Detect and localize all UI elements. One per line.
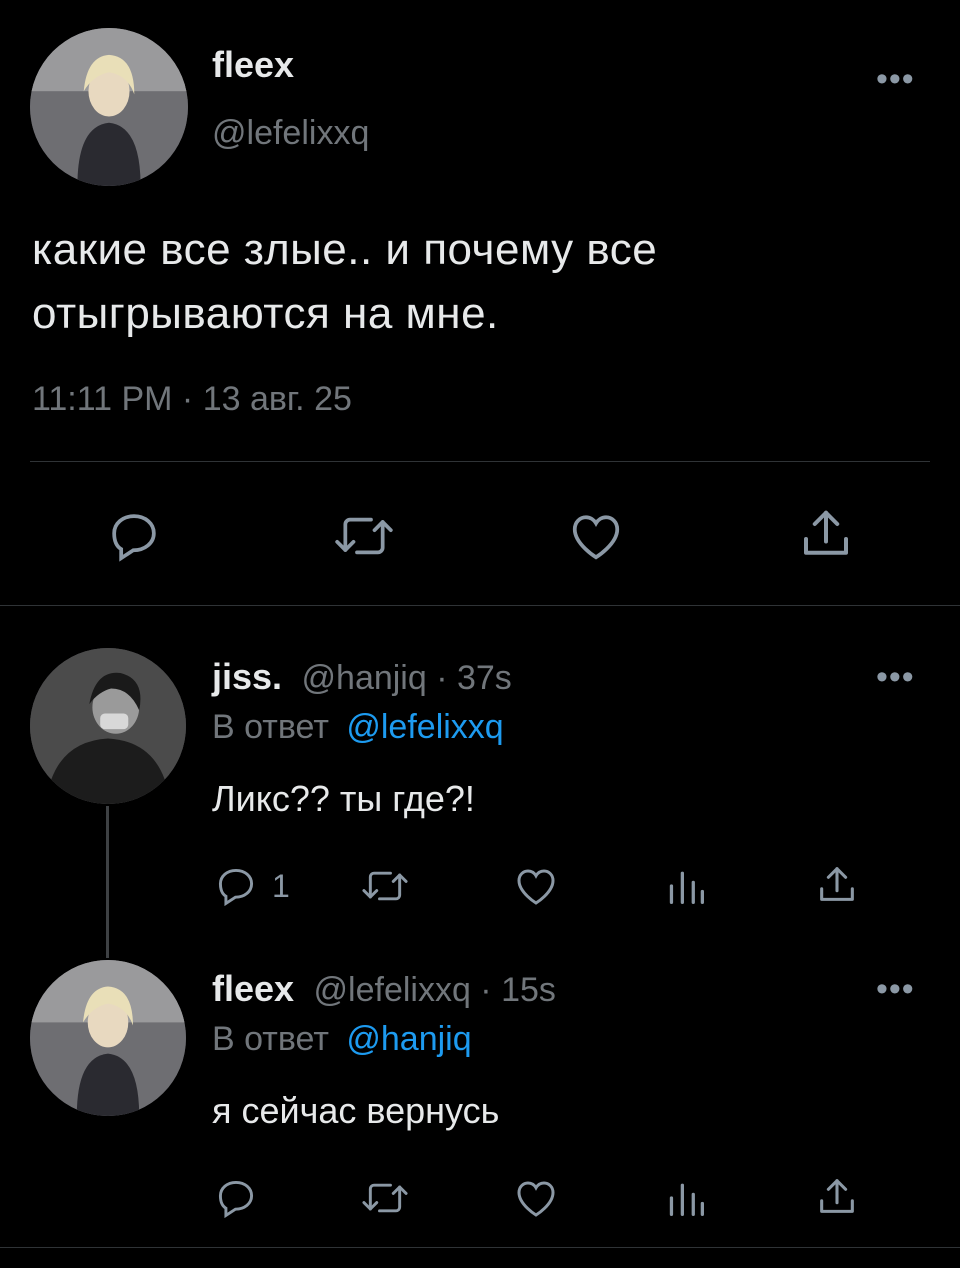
author-display-name[interactable]: fleex (212, 44, 294, 86)
reply-display-name[interactable]: fleex (212, 968, 294, 1009)
retweet-icon[interactable] (358, 864, 412, 908)
tweet-timestamp[interactable]: 11:11 PM · 13 авг. 25 (32, 380, 352, 419)
reply-text: я сейчас вернусь (212, 1090, 500, 1131)
divider (30, 461, 930, 462)
retweet-icon[interactable] (358, 1176, 412, 1220)
reply-handle-time[interactable]: @lefelixxq · 15s (314, 971, 556, 1009)
tweet-text: какие все злые.. и почему все отыгрывают… (32, 218, 657, 346)
views-icon[interactable] (664, 1178, 708, 1218)
share-icon[interactable] (814, 1174, 860, 1220)
thread-line (106, 806, 109, 958)
reply-to-link[interactable]: @lefelixxq (346, 708, 503, 746)
reply-text: Ликс?? ты где?! (212, 778, 475, 819)
reply-icon[interactable] (214, 1176, 258, 1220)
reply-context: В ответ @lefelixxq (212, 708, 504, 747)
divider (0, 605, 960, 606)
tweet-text-line2: отыгрываются на мне. (32, 289, 499, 338)
share-icon[interactable] (796, 504, 856, 564)
like-icon[interactable] (566, 506, 626, 566)
reply-header: fleex @lefelixxq · 15s (212, 968, 556, 1010)
avatar-fleex[interactable] (30, 28, 188, 186)
reply-count: 1 (272, 868, 290, 904)
reply-display-name[interactable]: jiss. (212, 656, 282, 697)
avatar-jiss[interactable] (30, 648, 186, 804)
views-icon[interactable] (664, 866, 708, 906)
reply-header: jiss. @hanjiq · 37s (212, 656, 512, 698)
avatar-fleex[interactable] (30, 960, 186, 1116)
retweet-icon[interactable] (330, 508, 398, 564)
reply-icon[interactable] (106, 508, 162, 564)
more-options-icon[interactable]: ••• (876, 972, 915, 1006)
reply-to-link[interactable]: @hanjiq (346, 1020, 471, 1058)
divider (0, 1247, 960, 1248)
author-handle[interactable]: @lefelixxq (212, 114, 369, 153)
tweet-text-line1: какие все злые.. и почему все (32, 225, 658, 274)
like-icon[interactable] (512, 862, 560, 910)
like-icon[interactable] (512, 1174, 560, 1222)
more-options-icon[interactable]: ••• (876, 660, 915, 694)
reply-prefix: В ответ (212, 1020, 329, 1058)
share-icon[interactable] (814, 862, 860, 908)
reply-prefix: В ответ (212, 708, 329, 746)
reply-handle-time[interactable]: @hanjiq · 37s (302, 659, 512, 697)
more-options-icon[interactable]: ••• (876, 62, 915, 96)
reply-context: В ответ @hanjiq (212, 1020, 472, 1059)
reply-icon[interactable] (214, 864, 258, 908)
